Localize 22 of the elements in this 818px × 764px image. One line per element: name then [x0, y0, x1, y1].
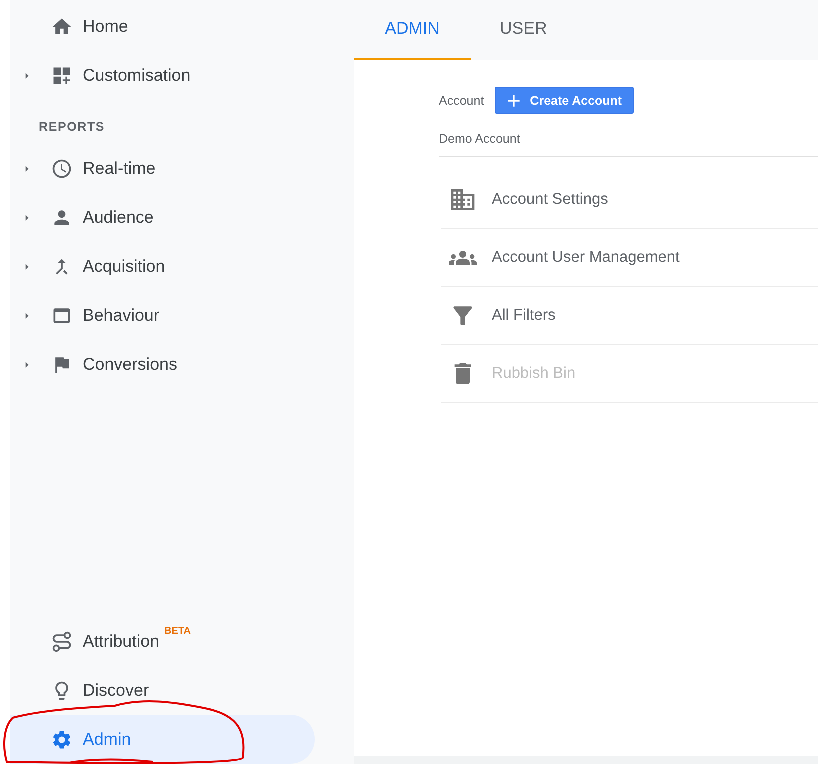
sidebar-item[interactable]: Behaviour [10, 291, 315, 340]
sidebar-item[interactable]: Customisation [10, 51, 315, 100]
sidebar-item[interactable]: Attribution BETA [10, 617, 315, 666]
account-menu-item[interactable]: Account User Management [441, 229, 818, 287]
account-menu-item[interactable]: Account Settings [441, 171, 818, 229]
account-label: Account [439, 94, 484, 108]
sidebar-item[interactable]: Acquisition [10, 242, 315, 291]
sidebar-item[interactable]: Conversions [10, 340, 315, 389]
create-account-button[interactable]: Create Account [495, 87, 634, 114]
settings-icon [51, 728, 73, 750]
sidebar-item[interactable]: Audience [10, 193, 315, 242]
clock-icon [51, 158, 73, 180]
sidebar-item[interactable]: Admin [10, 715, 315, 764]
route-icon [51, 630, 73, 652]
account-name: Demo Account [439, 132, 520, 146]
sidebar-item[interactable]: Real-time [10, 144, 315, 193]
beta-label: BETA [164, 626, 192, 637]
sidebar-item[interactable]: Home [10, 2, 315, 51]
account-menu-item[interactable]: All Filters [441, 287, 818, 345]
sidebar-item[interactable]: Discover [10, 666, 315, 715]
tab[interactable]: USER [471, 0, 558, 60]
section-heading: REPORTS [38, 119, 106, 136]
